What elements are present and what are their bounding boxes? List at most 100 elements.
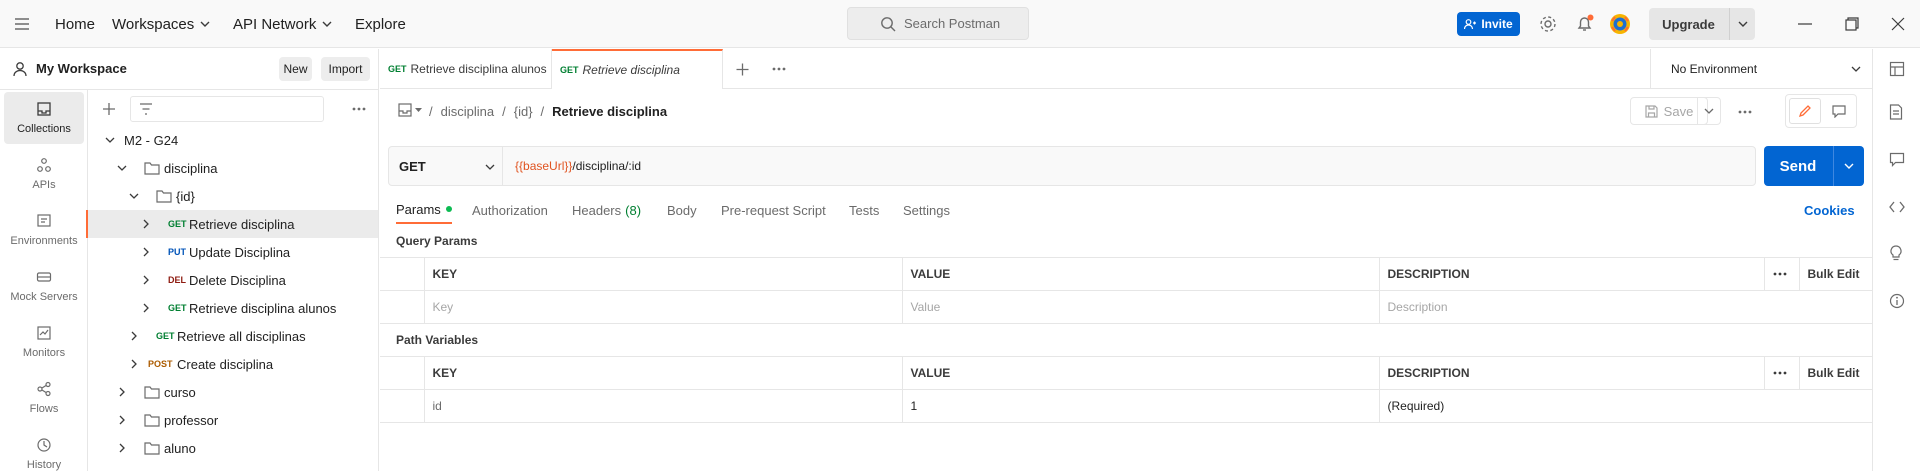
- sidebar-item-environments[interactable]: Environments: [4, 204, 84, 256]
- column-options[interactable]: [1763, 257, 1800, 291]
- comments-icon[interactable]: [1889, 152, 1905, 167]
- sidebar-item-apis[interactable]: APIs: [4, 148, 84, 200]
- description-input[interactable]: Description: [1378, 290, 1872, 324]
- nav-home[interactable]: Home: [55, 0, 95, 48]
- folder-item[interactable]: {id}: [88, 182, 378, 210]
- column-options[interactable]: [1763, 356, 1800, 390]
- documentation-icon[interactable]: [1889, 104, 1903, 120]
- tab-body[interactable]: Body: [667, 196, 697, 224]
- tab-settings[interactable]: Settings: [903, 196, 950, 224]
- request-item[interactable]: DEL Delete Disciplina: [88, 266, 378, 294]
- environment-selector[interactable]: No Environment: [1650, 49, 1872, 89]
- nav-api-network[interactable]: API Network: [233, 0, 332, 48]
- search-icon: [881, 17, 896, 32]
- import-button[interactable]: Import: [321, 57, 370, 81]
- upgrade-button[interactable]: Upgrade: [1649, 8, 1755, 40]
- bulk-edit-button[interactable]: Bulk Edit: [1798, 257, 1872, 291]
- send-dropdown[interactable]: [1833, 146, 1864, 186]
- row-handle: [380, 290, 425, 324]
- comment-mode-button[interactable]: [1824, 98, 1854, 124]
- folder-icon: [144, 386, 160, 399]
- request-type-icon[interactable]: [398, 103, 412, 117]
- sidebar-item-flows[interactable]: Flows: [4, 372, 84, 424]
- folder-item[interactable]: curso: [88, 378, 378, 406]
- environment-quick-look-icon[interactable]: [1889, 61, 1905, 77]
- minimize-icon[interactable]: [1798, 23, 1812, 25]
- settings-gear-icon[interactable]: [1539, 15, 1557, 33]
- nav-workspaces[interactable]: Workspaces: [112, 0, 210, 48]
- plus-icon[interactable]: [102, 102, 116, 116]
- tab-tests[interactable]: Tests: [849, 196, 879, 224]
- description-input[interactable]: (Required): [1378, 389, 1872, 423]
- edit-mode-button[interactable]: [1789, 98, 1821, 124]
- code-icon[interactable]: [1889, 201, 1905, 213]
- new-button[interactable]: New: [279, 57, 312, 81]
- restore-window-icon[interactable]: [1845, 17, 1859, 31]
- notifications-bell-icon[interactable]: [1575, 14, 1595, 34]
- request-item[interactable]: GET Retrieve all disciplinas: [88, 322, 378, 350]
- sidebar-item-history[interactable]: History: [4, 428, 84, 471]
- tab-retrieve-disciplina[interactable]: GET Retrieve disciplina: [552, 49, 723, 89]
- save-dropdown[interactable]: [1697, 97, 1721, 125]
- new-tab-plus-icon[interactable]: [736, 63, 749, 76]
- tab-params[interactable]: Params: [396, 196, 452, 224]
- value-input[interactable]: Value: [901, 290, 1380, 324]
- folder-item[interactable]: aluno: [88, 434, 378, 462]
- url-input[interactable]: {{baseUrl}}/disciplina/:id: [515, 147, 641, 185]
- chevron-down-icon: [105, 137, 115, 143]
- info-icon[interactable]: [1889, 293, 1905, 309]
- folder-item[interactable]: professor: [88, 406, 378, 434]
- upgrade-dropdown[interactable]: [1729, 8, 1755, 40]
- collections-icon: [37, 102, 51, 116]
- request-title[interactable]: Retrieve disciplina: [552, 104, 667, 119]
- breadcrumb: / disciplina / {id} / Retrieve disciplin…: [429, 103, 668, 119]
- folder-item[interactable]: disciplina: [88, 154, 378, 182]
- more-options-icon[interactable]: [352, 107, 366, 111]
- chevron-down-icon: [129, 193, 139, 199]
- key-cell: id: [423, 389, 903, 423]
- column-value: VALUE: [901, 356, 1380, 390]
- more-actions-icon[interactable]: [1738, 110, 1752, 114]
- key-input[interactable]: Key: [423, 290, 903, 324]
- menu-icon[interactable]: [14, 17, 30, 31]
- request-item[interactable]: POST Create disciplina: [88, 350, 378, 378]
- collection-item[interactable]: M2 - G24: [88, 126, 378, 154]
- caret-down-icon[interactable]: [415, 108, 422, 112]
- cookies-link[interactable]: Cookies: [1804, 196, 1855, 224]
- request-item[interactable]: PUT Update Disciplina: [88, 238, 378, 266]
- tab-retrieve-disciplina-alunos[interactable]: GET Retrieve disciplina alunos: [380, 49, 552, 89]
- tab-pre-request-script[interactable]: Pre-request Script: [721, 196, 826, 224]
- url-variable: {{baseUrl}}: [515, 159, 573, 173]
- avatar[interactable]: [1609, 13, 1631, 35]
- close-window-icon[interactable]: [1891, 17, 1905, 31]
- collection-tree: M2 - G24 disciplina {id} GET Retrieve di…: [86, 90, 379, 471]
- tab-authorization[interactable]: Authorization: [472, 196, 548, 224]
- chevron-right-icon: [119, 443, 125, 453]
- filter-input[interactable]: [130, 96, 324, 122]
- chevron-right-icon: [131, 359, 137, 369]
- flows-icon: [37, 381, 51, 397]
- chevron-down-icon: [1851, 66, 1861, 72]
- url-path: /disciplina/:id: [572, 159, 642, 173]
- bulk-edit-button[interactable]: Bulk Edit: [1798, 356, 1872, 390]
- sidebar-item-monitors[interactable]: Monitors: [4, 316, 84, 368]
- sidebar-item-mock-servers[interactable]: Mock Servers: [4, 260, 84, 312]
- search-input[interactable]: Search Postman: [847, 7, 1029, 40]
- sidebar-item-collections[interactable]: Collections: [4, 92, 84, 144]
- send-button[interactable]: Send: [1764, 146, 1864, 186]
- tab-headers[interactable]: Headers (8): [572, 196, 641, 224]
- chevron-right-icon: [119, 415, 125, 425]
- more-tabs-icon[interactable]: [772, 67, 786, 71]
- url-bar: GET {{baseUrl}}/disciplina/:id: [388, 146, 1756, 186]
- chevron-right-icon: [143, 219, 149, 229]
- method-select[interactable]: GET: [389, 147, 503, 185]
- request-item[interactable]: GET Retrieve disciplina: [86, 210, 378, 238]
- invite-button[interactable]: Invite: [1457, 12, 1520, 36]
- folder-icon: [144, 162, 160, 175]
- lightbulb-icon[interactable]: [1889, 245, 1903, 262]
- request-item[interactable]: GET Retrieve disciplina alunos: [88, 294, 378, 322]
- breadcrumb-item[interactable]: {id}: [514, 104, 533, 119]
- nav-explore[interactable]: Explore: [355, 0, 406, 48]
- breadcrumb-item[interactable]: disciplina: [441, 104, 494, 119]
- value-input[interactable]: 1: [901, 389, 1380, 423]
